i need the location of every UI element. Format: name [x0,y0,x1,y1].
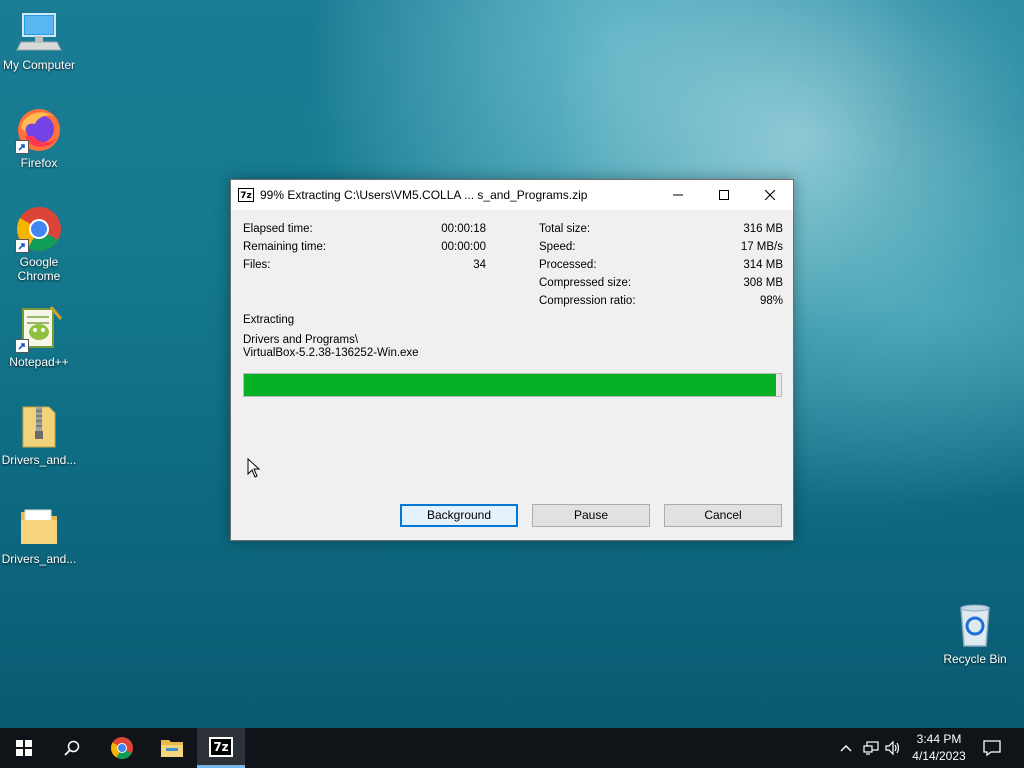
chrome-icon [15,205,63,253]
close-button[interactable] [747,180,793,210]
zip-folder-icon [15,403,63,451]
elapsed-time-value: 00:00:18 [441,223,486,235]
minimize-button[interactable] [655,180,701,210]
desktop-icon-label: Notepad++ [9,355,69,369]
current-file-name: VirtualBox-5.2.38-136252-Win.exe [243,347,419,359]
taskbar-chrome[interactable] [98,728,146,768]
status-label: Extracting [243,314,295,326]
chevron-up-icon [840,745,852,752]
processed-value: 314 MB [743,259,783,271]
background-button[interactable]: Background [400,504,518,527]
clock-date[interactable]: 4/14/2023 [906,749,972,763]
taskbar: 7z 3:44 PM 4/14/2023 [0,728,1024,768]
windows-logo-icon [16,740,32,756]
progress-bar-fill [244,374,776,396]
start-button[interactable] [0,728,48,768]
desktop-icon-firefox[interactable]: Firefox [0,106,78,170]
elapsed-time-label: Elapsed time: [243,223,313,235]
desktop-icon-recycle-bin[interactable]: Recycle Bin [936,602,1014,666]
speed-label: Speed: [539,241,576,253]
dialog-title: 99% Extracting C:\Users\VM5.COLLA ... s_… [260,188,588,202]
compressed-size-value: 308 MB [743,277,783,289]
firefox-icon [15,106,63,154]
show-hidden-icons-button[interactable] [835,728,857,768]
files-value: 34 [473,259,486,271]
total-size-label: Total size: [539,223,591,235]
desktop-icon-label: My Computer [2,58,76,72]
extract-progress-dialog: 7z 99% Extracting C:\Users\VM5.COLLA ...… [230,179,794,541]
7zip-app-icon: 7z [238,188,254,202]
maximize-icon [719,190,729,200]
search-button[interactable] [48,728,96,768]
dialog-titlebar[interactable]: 7z 99% Extracting C:\Users\VM5.COLLA ...… [231,180,793,210]
processed-label: Processed: [539,259,597,271]
notification-icon [983,740,1001,756]
extraction-progress-bar [243,373,782,397]
desktop-icon-folder[interactable]: Drivers_and... [0,502,78,566]
cancel-button[interactable]: Cancel [664,504,782,527]
action-center-button[interactable] [972,728,1012,768]
desktop-icon-label: Firefox [20,156,58,170]
file-explorer-icon [161,740,183,757]
files-label: Files: [243,259,271,271]
total-size-value: 316 MB [743,223,783,235]
search-icon [64,740,80,756]
pause-button[interactable]: Pause [532,504,650,527]
dialog-content: Elapsed time: 00:00:18 Remaining time: 0… [231,210,793,540]
folder-icon [15,502,63,550]
notepadpp-icon [15,305,63,353]
network-status-button[interactable] [860,728,882,768]
shortcut-arrow-icon [15,140,29,154]
close-icon [765,190,775,200]
desktop-icon-chrome[interactable]: Google Chrome [0,205,78,283]
shortcut-arrow-icon [15,339,29,353]
network-icon [863,741,879,755]
desktop-icon-label: Drivers_and... [1,453,77,467]
volume-button[interactable] [882,728,904,768]
taskbar-file-explorer[interactable] [148,728,196,768]
compression-ratio-value: 98% [759,295,783,307]
current-path-line1: Drivers and Programs\ [243,334,359,346]
desktop-icon-label: Drivers_and... [1,552,77,566]
7zip-app-icon: 7z [209,736,233,757]
desktop-icon-notepadpp[interactable]: Notepad++ [0,305,78,369]
mouse-cursor-icon [247,457,261,478]
shortcut-arrow-icon [15,239,29,253]
compression-ratio-label: Compression ratio: [539,295,636,307]
desktop-icon-zip-archive[interactable]: Drivers_and... [0,403,78,467]
speed-value: 17 MB/s [740,241,783,253]
chrome-icon [111,737,133,759]
desktop-icon-my-computer[interactable]: My Computer [0,8,78,72]
taskbar-7zip[interactable]: 7z [197,728,245,768]
speaker-icon [885,741,900,755]
compressed-size-label: Compressed size: [539,277,632,289]
minimize-icon [673,194,683,196]
monitor-icon [15,8,63,56]
remaining-time-label: Remaining time: [243,241,327,253]
clock-time[interactable]: 3:44 PM [906,732,972,746]
remaining-time-value: 00:00:00 [441,241,486,253]
recycle-bin-icon [951,602,999,650]
desktop-icon-label: Recycle Bin [943,652,1007,666]
maximize-button[interactable] [701,180,747,210]
desktop-icon-label: Google Chrome [17,255,61,283]
